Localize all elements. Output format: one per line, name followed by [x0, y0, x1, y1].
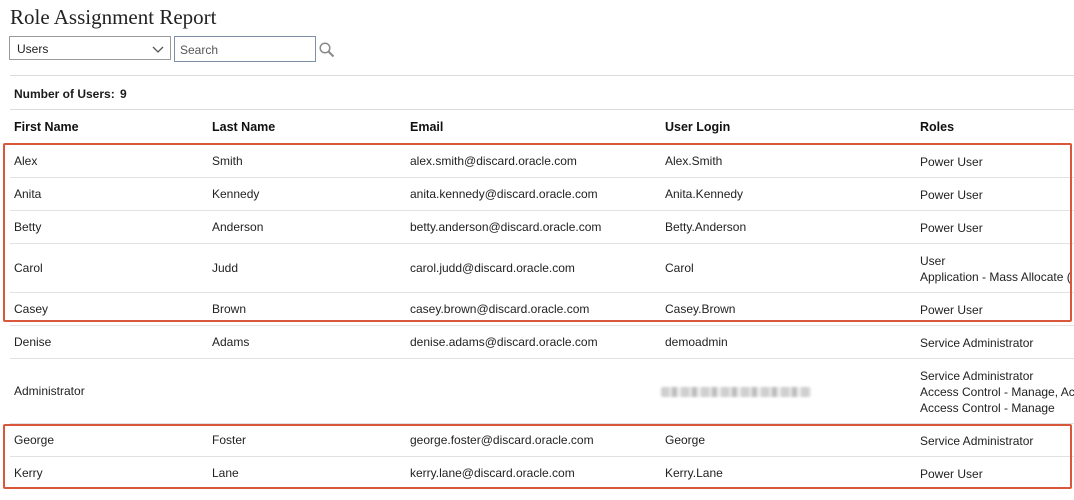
user-login-cell: Betty.Anderson — [665, 219, 747, 234]
role-primary: Power User — [920, 220, 983, 235]
roles-cell: Power User — [920, 154, 983, 170]
row-divider — [10, 292, 1074, 293]
roles-cell: Power User — [920, 466, 983, 482]
first-name-cell: Kerry — [14, 465, 43, 480]
last-name-cell: Judd — [212, 260, 239, 275]
select-value: Users — [17, 42, 49, 56]
last-name-cell: Anderson — [212, 219, 264, 234]
user-count-label: Number of Users: — [14, 87, 115, 101]
search-input[interactable] — [174, 36, 316, 62]
roles-cell: Power User — [920, 302, 983, 318]
email-cell: betty.anderson@discard.oracle.com — [410, 219, 602, 234]
redacted-login — [661, 386, 811, 397]
role-primary: Service Administrator — [920, 335, 1034, 350]
roles-cell: Service Administrator Access Control - Ma… — [920, 368, 1074, 416]
email-cell: george.foster@discard.oracle.com — [410, 432, 594, 447]
email-cell: alex.smith@discard.oracle.com — [410, 153, 577, 168]
column-header-email[interactable]: Email — [410, 120, 443, 134]
divider — [10, 109, 1074, 110]
email-cell: anita.kennedy@discard.oracle.com — [410, 186, 598, 201]
email-cell: kerry.lane@discard.oracle.com — [410, 465, 575, 480]
email-cell: casey.brown@discard.oracle.com — [410, 301, 590, 316]
user-login-cell: Casey.Brown — [665, 301, 736, 316]
column-header-first-name[interactable]: First Name — [14, 120, 79, 134]
row-divider — [10, 325, 1074, 326]
row-divider — [10, 423, 1074, 424]
roles-cell: Power User — [920, 187, 983, 203]
row-divider — [10, 456, 1074, 457]
row-divider — [10, 210, 1074, 211]
role-detail: Access Control - Manage — [920, 400, 1055, 415]
email-cell: denise.adams@discard.oracle.com — [410, 334, 598, 349]
column-header-roles[interactable]: Roles — [920, 120, 954, 134]
role-primary: Power User — [920, 302, 983, 317]
divider — [10, 75, 1074, 76]
first-name-cell: Betty — [14, 219, 42, 234]
first-name-cell: Carol — [14, 260, 43, 275]
last-name-cell: Brown — [212, 301, 247, 316]
role-primary: Service Administrator — [920, 368, 1034, 383]
first-name-cell: Casey — [14, 301, 49, 316]
row-divider — [10, 358, 1074, 359]
first-name-cell: Anita — [14, 186, 42, 201]
roles-cell: User Application - Mass Allocate ( — [920, 253, 1071, 285]
user-login-cell: Kerry.Lane — [665, 465, 723, 480]
role-detail: Application - Mass Allocate ( — [920, 269, 1071, 284]
role-primary: Power User — [920, 154, 983, 169]
user-login-cell: Carol — [665, 260, 694, 275]
first-name-cell: George — [14, 432, 55, 447]
roles-cell: Service Administrator — [920, 335, 1033, 351]
column-header-last-name[interactable]: Last Name — [212, 120, 275, 134]
last-name-cell: Smith — [212, 153, 243, 168]
column-header-user-login[interactable]: User Login — [665, 120, 730, 134]
first-name-cell: Alex — [14, 153, 38, 168]
role-primary: Service Administrator — [920, 433, 1034, 448]
last-name-cell: Lane — [212, 465, 239, 480]
role-primary: Power User — [920, 187, 983, 202]
role-primary: Power User — [920, 466, 983, 481]
user-login-cell: demoadmin — [665, 334, 728, 349]
user-count-value: 9 — [120, 87, 127, 101]
last-name-cell: Kennedy — [212, 186, 260, 201]
role-primary: User — [920, 253, 946, 268]
row-divider — [10, 177, 1074, 178]
roles-cell: Service Administrator — [920, 433, 1033, 449]
user-login-cell: George — [665, 432, 706, 447]
page-title: Role Assignment Report — [10, 5, 217, 29]
row-divider — [10, 243, 1074, 244]
role-detail: Access Control - Manage, Ac — [920, 384, 1074, 399]
user-login-cell: Alex.Smith — [665, 153, 723, 168]
magnifier-icon[interactable] — [318, 41, 336, 59]
user-count: Number of Users: 9 — [14, 87, 127, 101]
chevron-down-icon — [152, 46, 164, 53]
last-name-cell: Adams — [212, 334, 250, 349]
first-name-cell: Administrator — [14, 383, 85, 398]
first-name-cell: Denise — [14, 334, 52, 349]
last-name-cell: Foster — [212, 432, 247, 447]
roles-cell: Power User — [920, 220, 983, 236]
user-group-select[interactable]: Users — [9, 36, 171, 60]
email-cell: carol.judd@discard.oracle.com — [410, 260, 575, 275]
user-login-cell: Anita.Kennedy — [665, 186, 744, 201]
